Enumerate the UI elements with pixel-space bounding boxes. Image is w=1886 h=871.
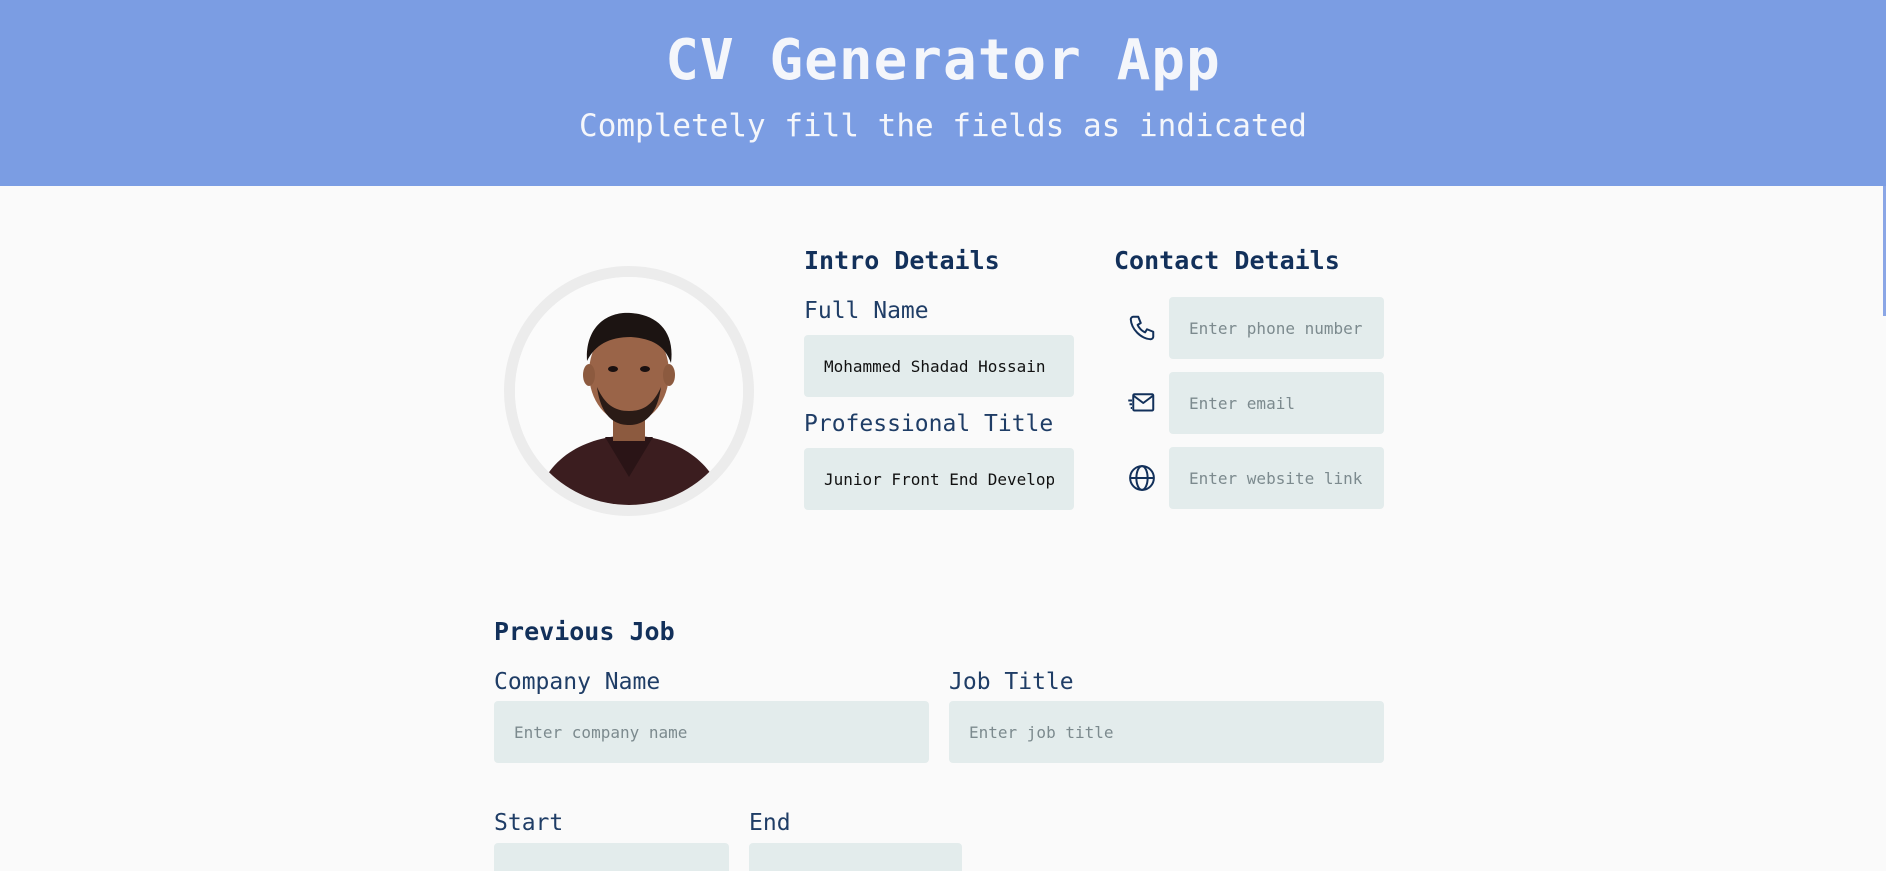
email-input[interactable] xyxy=(1169,372,1384,434)
company-name-label: Company Name xyxy=(494,669,661,695)
professional-title-input[interactable] xyxy=(804,448,1074,510)
end-date-input[interactable] xyxy=(749,843,962,871)
professional-title-label: Professional Title xyxy=(804,411,1054,437)
contact-details-heading: Contact Details xyxy=(1114,246,1340,275)
app-subtitle: Completely fill the fields as indicated xyxy=(579,108,1307,144)
previous-job-heading: Previous Job xyxy=(494,617,675,646)
phone-icon xyxy=(1127,313,1157,343)
website-input[interactable] xyxy=(1169,447,1384,509)
job-title-label: Job Title xyxy=(949,669,1074,695)
end-date-label: End xyxy=(749,810,791,836)
full-name-label: Full Name xyxy=(804,298,929,324)
email-icon xyxy=(1127,388,1157,418)
start-date-label: Start xyxy=(494,810,564,836)
intro-details-heading: Intro Details xyxy=(804,246,1000,275)
page-header: CV Generator App Completely fill the fie… xyxy=(0,0,1886,186)
company-name-input[interactable] xyxy=(494,701,929,763)
globe-icon xyxy=(1127,463,1157,493)
full-name-input[interactable] xyxy=(804,335,1074,397)
profile-photo[interactable] xyxy=(504,266,754,516)
job-title-input[interactable] xyxy=(949,701,1384,763)
app-title: CV Generator App xyxy=(665,28,1221,93)
phone-input[interactable] xyxy=(1169,297,1384,359)
start-date-input[interactable] xyxy=(494,843,729,871)
